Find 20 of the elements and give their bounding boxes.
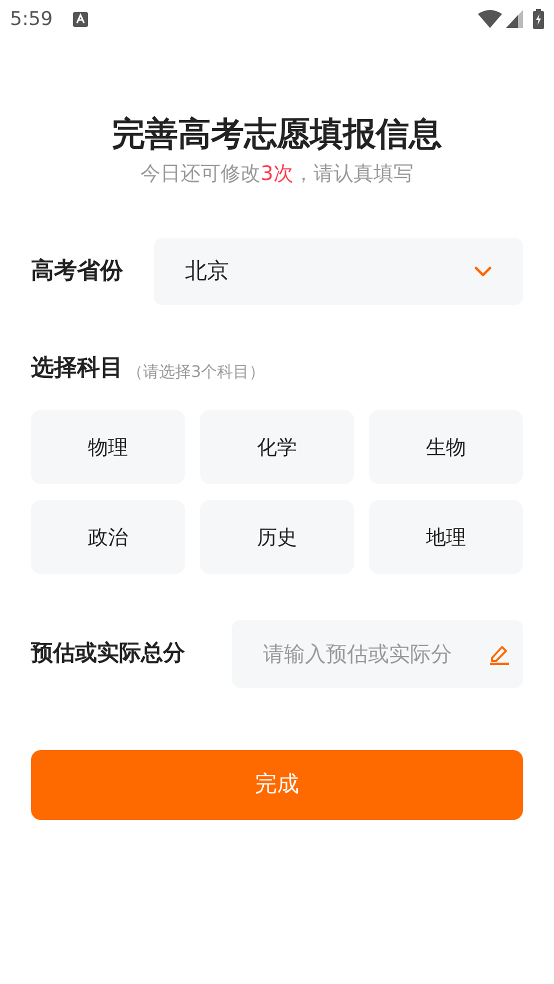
subject-option[interactable]: 化学 — [200, 410, 354, 484]
subject-option[interactable]: 生物 — [369, 410, 523, 484]
province-dropdown[interactable]: 北京 — [154, 238, 523, 305]
score-input-field[interactable]: 请输入预估或实际分 — [232, 620, 523, 688]
score-label: 预估或实际总分 — [31, 640, 186, 668]
page-subtitle: 今日还可修改3次，请认真填写 — [140, 160, 414, 187]
subject-option[interactable]: 地理 — [369, 500, 523, 574]
status-time: 5:59 — [10, 6, 53, 32]
chevron-down-icon — [474, 266, 492, 277]
province-label: 高考省份 — [31, 257, 124, 286]
signal-icon — [506, 10, 523, 28]
subject-option[interactable]: 物理 — [31, 410, 185, 484]
page-title: 完善高考志愿填报信息 — [112, 113, 442, 155]
subject-option[interactable]: 政治 — [31, 500, 185, 574]
keyboard-notification-icon — [72, 12, 88, 26]
battery-charging-icon — [533, 9, 544, 29]
wifi-icon — [478, 10, 502, 28]
subjects-hint: （请选择3个科目） — [127, 360, 266, 382]
subject-option[interactable]: 历史 — [200, 500, 354, 574]
subjects-label: 选择科目 — [31, 354, 123, 383]
